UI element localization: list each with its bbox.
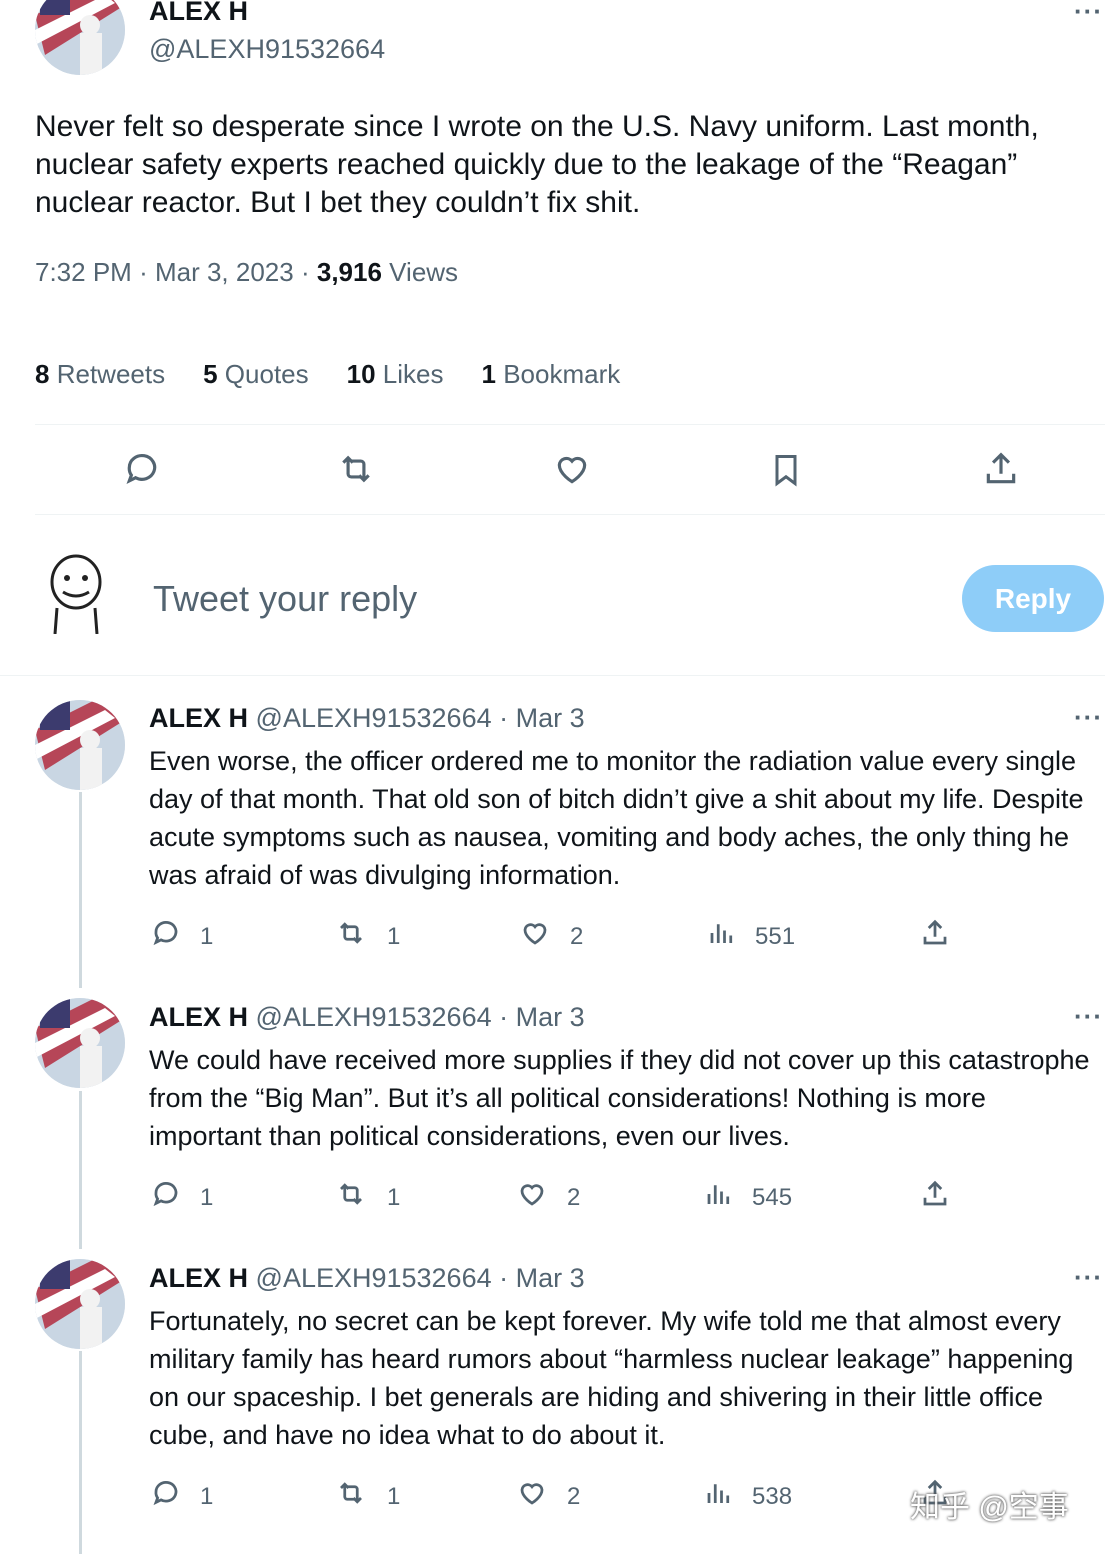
like-action[interactable]: 2 bbox=[515, 1179, 580, 1216]
like-icon bbox=[515, 1478, 549, 1515]
more-options-icon[interactable]: ··· bbox=[1074, 1001, 1103, 1032]
retweet-count: 1 bbox=[387, 922, 401, 950]
author-name[interactable]: ALEX H bbox=[149, 1002, 248, 1032]
reply-date[interactable]: Mar 3 bbox=[516, 1002, 585, 1032]
reply-text: Even worse, the officer ordered me to mo… bbox=[149, 746, 1084, 890]
views-action[interactable]: 545 bbox=[704, 1179, 792, 1216]
retweet-action[interactable]: 1 bbox=[333, 1478, 400, 1515]
author-name[interactable]: ALEX H bbox=[149, 703, 248, 733]
tweet-date[interactable]: Mar 3, 2023 bbox=[155, 257, 294, 287]
author-handle[interactable]: @ALEXH91532664 bbox=[149, 34, 385, 65]
views-count: 3,916 bbox=[316, 257, 382, 287]
quotes-stat[interactable]: 5 Quotes bbox=[203, 359, 309, 390]
reply-count: 1 bbox=[200, 1482, 214, 1510]
retweet-count: 1 bbox=[387, 1482, 401, 1510]
divider bbox=[35, 424, 1105, 425]
views-action[interactable]: 551 bbox=[707, 918, 795, 955]
author-handle[interactable]: @ALEXH91532664 bbox=[256, 1263, 492, 1293]
views-icon bbox=[704, 1179, 734, 1216]
user-avatar[interactable] bbox=[45, 550, 107, 634]
divider bbox=[0, 675, 1105, 676]
retweets-stat[interactable]: 8 Retweets bbox=[35, 359, 165, 390]
reply-count: 1 bbox=[200, 922, 214, 950]
meta-separator: · bbox=[300, 257, 310, 287]
retweet-action[interactable]: 1 bbox=[333, 918, 400, 955]
retweet-icon bbox=[333, 1478, 369, 1515]
author-avatar[interactable] bbox=[35, 998, 125, 1088]
like-action[interactable]: 2 bbox=[518, 918, 583, 955]
retweet-icon bbox=[333, 1179, 369, 1216]
meta-separator: · bbox=[139, 257, 148, 287]
like-action[interactable]: 2 bbox=[515, 1478, 580, 1515]
thread-line bbox=[79, 792, 82, 988]
tweet-time[interactable]: 7:32 PM bbox=[35, 257, 132, 287]
reply-icon bbox=[150, 1179, 182, 1216]
author-avatar[interactable] bbox=[35, 1259, 125, 1349]
meta-separator: · bbox=[499, 1263, 509, 1293]
views-icon bbox=[704, 1478, 734, 1515]
author-name[interactable]: ALEX H bbox=[149, 1263, 248, 1293]
reply-text: We could have received more supplies if … bbox=[149, 1045, 1090, 1151]
bookmarks-stat[interactable]: 1 Bookmark bbox=[481, 359, 620, 390]
author-name[interactable]: ALEX H bbox=[149, 0, 248, 27]
tweet-meta: 7:32 PM · Mar 3, 2023 · 3,916 Views bbox=[35, 257, 458, 288]
engagement-stats: 8 Retweets 5 Quotes 10 Likes 1 Bookmark bbox=[35, 359, 620, 390]
share-icon[interactable] bbox=[982, 450, 1020, 488]
divider bbox=[35, 514, 1105, 515]
bookmark-icon[interactable] bbox=[768, 450, 804, 490]
meta-separator: · bbox=[499, 1002, 509, 1032]
more-options-icon[interactable]: ··· bbox=[1074, 1262, 1103, 1293]
retweet-icon[interactable] bbox=[335, 450, 377, 488]
retweet-icon bbox=[333, 918, 369, 955]
reply-icon bbox=[150, 918, 182, 955]
reply-button[interactable]: Reply bbox=[962, 565, 1104, 632]
share-icon[interactable] bbox=[920, 918, 950, 948]
share-icon[interactable] bbox=[920, 1179, 950, 1209]
like-icon[interactable] bbox=[552, 450, 592, 488]
author-handle[interactable]: @ALEXH91532664 bbox=[256, 1002, 492, 1032]
reply-date[interactable]: Mar 3 bbox=[516, 1263, 585, 1293]
reply-action[interactable]: 1 bbox=[150, 1179, 213, 1216]
likes-stat[interactable]: 10 Likes bbox=[347, 359, 444, 390]
author-handle[interactable]: @ALEXH91532664 bbox=[256, 703, 492, 733]
like-icon bbox=[515, 1179, 549, 1216]
views-count: 538 bbox=[752, 1482, 793, 1510]
tweet-text: Never felt so desperate since I wrote on… bbox=[35, 110, 1039, 219]
views-icon bbox=[707, 918, 737, 955]
reply-count: 1 bbox=[200, 1183, 214, 1211]
author-avatar[interactable] bbox=[35, 0, 125, 75]
retweet-action[interactable]: 1 bbox=[333, 1179, 400, 1216]
views-label: Views bbox=[389, 257, 459, 287]
thread-line bbox=[79, 1091, 82, 1249]
retweet-count: 1 bbox=[387, 1183, 401, 1211]
views-count: 545 bbox=[752, 1183, 793, 1211]
reply-action[interactable]: 1 bbox=[150, 1478, 213, 1515]
like-count: 2 bbox=[570, 922, 584, 950]
reply-header: ALEX H @ALEXH91532664 · Mar 3 bbox=[149, 703, 585, 734]
reply-date[interactable]: Mar 3 bbox=[516, 703, 585, 733]
author-avatar[interactable] bbox=[35, 700, 125, 790]
more-options-icon[interactable]: ··· bbox=[1074, 0, 1103, 27]
reply-icon bbox=[150, 1478, 182, 1515]
meta-separator: · bbox=[499, 703, 509, 733]
more-options-icon[interactable]: ··· bbox=[1074, 702, 1103, 733]
reply-input[interactable]: Tweet your reply bbox=[153, 578, 417, 620]
like-count: 2 bbox=[567, 1183, 581, 1211]
views-count: 551 bbox=[755, 922, 796, 950]
reply-icon[interactable] bbox=[122, 450, 162, 488]
reply-header: ALEX H @ALEXH91532664 · Mar 3 bbox=[149, 1263, 585, 1294]
reply-text: Fortunately, no secret can be kept forev… bbox=[149, 1306, 1074, 1450]
views-action[interactable]: 538 bbox=[704, 1478, 792, 1515]
like-count: 2 bbox=[567, 1482, 581, 1510]
thread-line bbox=[79, 1351, 82, 1554]
reply-header: ALEX H @ALEXH91532664 · Mar 3 bbox=[149, 1002, 585, 1033]
like-icon bbox=[518, 918, 552, 955]
watermark: 知乎 @空事 bbox=[910, 1491, 1069, 1524]
reply-action[interactable]: 1 bbox=[150, 918, 213, 955]
